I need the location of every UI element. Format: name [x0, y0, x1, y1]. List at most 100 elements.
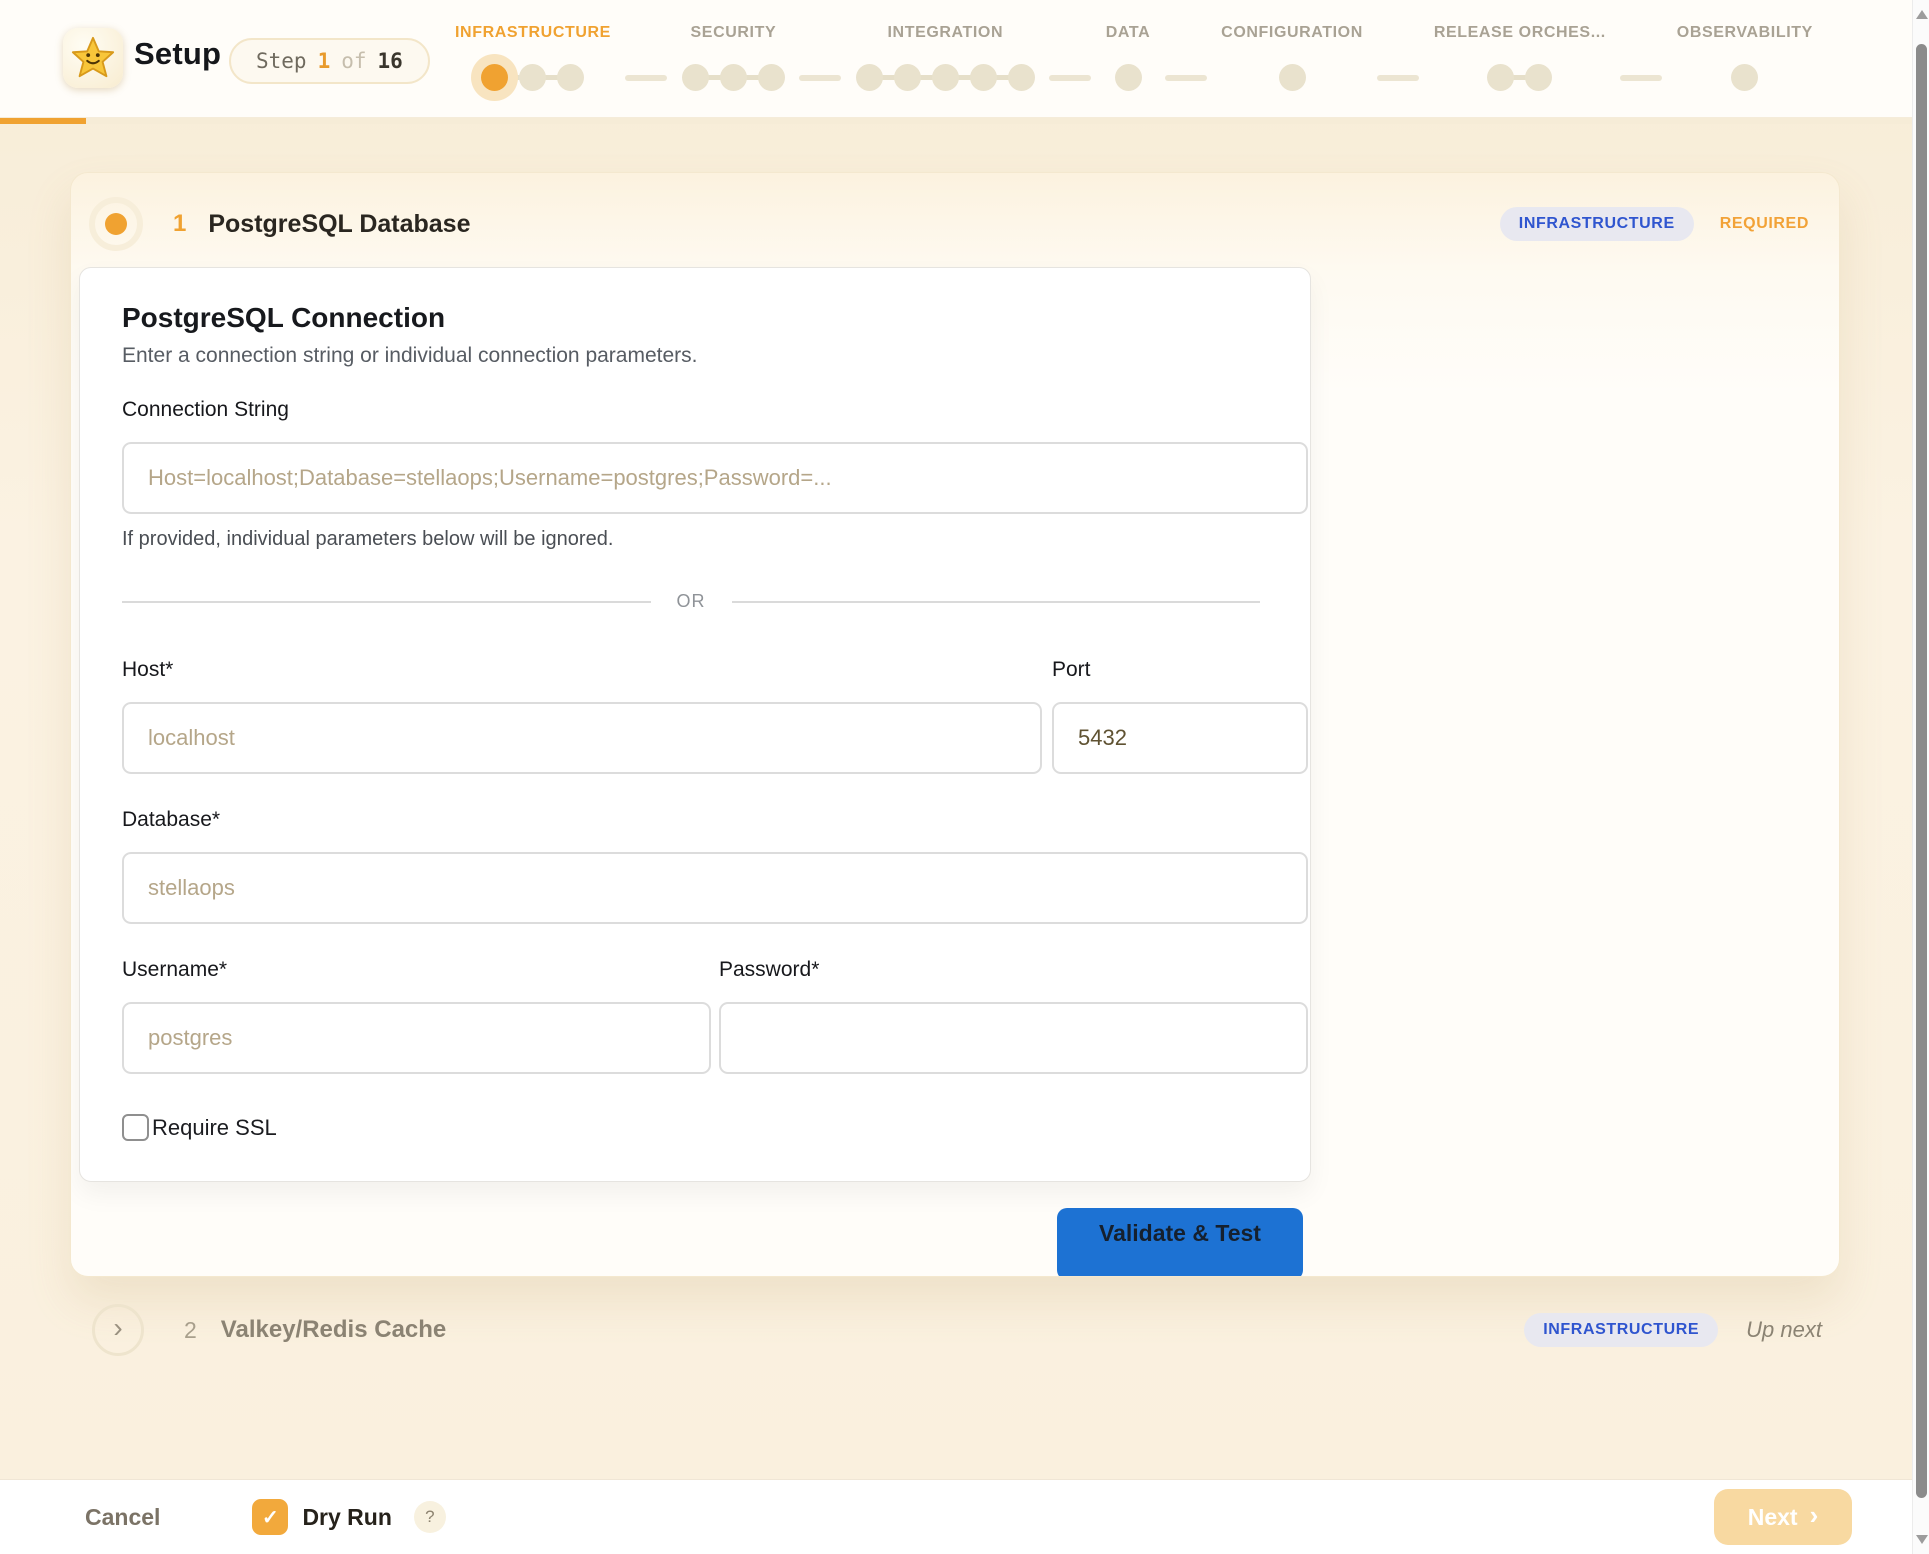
divider-label: OR	[677, 591, 706, 612]
stepper-dots	[1487, 54, 1552, 100]
password-label: Password*	[719, 958, 1308, 982]
stepper-connector	[625, 75, 667, 81]
stepper-group: OBSERVABILITY	[1677, 24, 1813, 100]
next-step-row[interactable]: › 2 Valkey/Redis Cache INFRASTRUCTURE Up…	[92, 1302, 1822, 1358]
expand-step-button[interactable]: ›	[92, 1304, 144, 1356]
active-step-dot-icon	[105, 213, 127, 235]
stepper-connector	[799, 75, 841, 81]
require-ssl-checkbox[interactable]	[122, 1114, 149, 1141]
require-ssl-label: Require SSL	[152, 1115, 277, 1141]
check-icon: ✓	[262, 1505, 279, 1530]
port-input[interactable]	[1052, 702, 1308, 774]
chevron-right-icon: ›	[1810, 1502, 1819, 1532]
form-column: PostgreSQL Connection Enter a connection…	[79, 267, 1311, 1277]
port-label: Port	[1052, 658, 1308, 682]
connection-string-label: Connection String	[122, 398, 1308, 422]
stepper-group: RELEASE ORCHES...	[1434, 24, 1606, 100]
step-dot[interactable]	[1008, 64, 1035, 91]
stepper-group-label: SECURITY	[691, 24, 777, 42]
or-divider: OR	[122, 591, 1260, 612]
stepper-dots	[1731, 54, 1758, 100]
scrollbar-down-arrow-icon[interactable]	[1916, 1535, 1928, 1544]
stepper-connector	[1377, 75, 1419, 81]
next-button[interactable]: Next ›	[1714, 1489, 1852, 1545]
step-badge-of: of	[341, 49, 366, 73]
scrollbar-up-arrow-icon[interactable]	[1916, 10, 1928, 19]
category-badge: INFRASTRUCTURE	[1500, 207, 1694, 241]
step-dot[interactable]	[519, 64, 546, 91]
step-dot[interactable]	[720, 64, 747, 91]
step-dot[interactable]	[1279, 64, 1306, 91]
app-logo	[63, 28, 123, 88]
stepper-dots	[1115, 54, 1142, 100]
username-input[interactable]	[122, 1002, 711, 1074]
step-dot[interactable]	[1525, 64, 1552, 91]
stepper-connector	[1620, 75, 1662, 81]
up-next-label: Up next	[1746, 1317, 1822, 1343]
step-dot[interactable]	[1115, 64, 1142, 91]
username-password-row: Username* Password*	[122, 958, 1308, 1074]
chevron-right-icon: ›	[113, 1314, 122, 1342]
step-badge-current: 1	[318, 49, 331, 73]
step-dot[interactable]	[970, 64, 997, 91]
stepper-connector	[1049, 75, 1091, 81]
stepper-dots	[1279, 54, 1306, 100]
username-label: Username*	[122, 958, 711, 982]
help-icon[interactable]: ?	[414, 1501, 446, 1533]
step-badge-prefix: Step	[256, 49, 307, 73]
app-header: Setup Step 1 of 16 INFRASTRUCTURESECURIT…	[0, 0, 1912, 118]
database-label: Database*	[122, 808, 1308, 832]
stepper-group-label: CONFIGURATION	[1221, 24, 1363, 42]
step-card-postgresql: 1 PostgreSQL Database INFRASTRUCTURE REQ…	[70, 172, 1840, 1277]
step-dot[interactable]	[932, 64, 959, 91]
step-card-header[interactable]: 1 PostgreSQL Database INFRASTRUCTURE REQ…	[79, 181, 1831, 267]
required-badge: REQUIRED	[1720, 215, 1809, 233]
stepper-group-label: OBSERVABILITY	[1677, 24, 1813, 42]
header-divider-bar	[86, 118, 1912, 124]
divider-line	[732, 601, 1261, 603]
stepper-group-label: RELEASE ORCHES...	[1434, 24, 1606, 42]
next-step-number: 2	[184, 1317, 197, 1344]
dry-run-checkbox[interactable]: ✓	[252, 1499, 288, 1535]
step-dot[interactable]	[758, 64, 785, 91]
database-field: Database*	[122, 808, 1308, 924]
next-step-title: Valkey/Redis Cache	[221, 1316, 446, 1344]
scrollbar-track[interactable]	[1912, 0, 1929, 1554]
stepper-group-label: INTEGRATION	[888, 24, 1004, 42]
form-actions: Validate & Test	[79, 1208, 1311, 1277]
stepper-group: DATA	[1106, 24, 1150, 100]
step-dot[interactable]	[557, 64, 584, 91]
host-port-row: Host* Port	[122, 658, 1308, 774]
step-dot[interactable]	[1487, 64, 1514, 91]
next-button-label: Next	[1748, 1504, 1798, 1531]
category-badge: INFRASTRUCTURE	[1524, 1313, 1718, 1347]
scrollbar-thumb[interactable]	[1916, 44, 1927, 1498]
password-input[interactable]	[719, 1002, 1308, 1074]
step-badges: INFRASTRUCTURE REQUIRED	[1500, 207, 1809, 241]
require-ssl-row: Require SSL	[122, 1114, 1308, 1141]
step-dot[interactable]	[682, 64, 709, 91]
divider-line	[122, 601, 651, 603]
active-step-indicator	[89, 197, 143, 251]
step-dot[interactable]	[481, 64, 508, 91]
connection-string-helper: If provided, individual parameters below…	[122, 528, 1308, 551]
database-input[interactable]	[122, 852, 1308, 924]
cancel-button[interactable]: Cancel	[85, 1504, 160, 1531]
form-subtitle: Enter a connection string or individual …	[122, 344, 1308, 368]
header-accent-bar	[0, 118, 86, 124]
step-progress-badge: Step 1 of 16	[229, 38, 430, 84]
stepper-group: INTEGRATION	[856, 24, 1035, 100]
stepper-group: INFRASTRUCTURE	[455, 24, 611, 100]
validate-test-button[interactable]: Validate & Test	[1057, 1208, 1303, 1277]
step-dot[interactable]	[1731, 64, 1758, 91]
star-mascot-icon	[70, 35, 116, 81]
host-input[interactable]	[122, 702, 1042, 774]
connection-string-input[interactable]	[122, 442, 1308, 514]
step-dot[interactable]	[856, 64, 883, 91]
stepper-dots	[481, 54, 584, 100]
host-label: Host*	[122, 658, 1042, 682]
step-dot[interactable]	[894, 64, 921, 91]
wizard-footer: Cancel ✓ Dry Run ? Next ›	[0, 1480, 1912, 1554]
stepper-group: SECURITY	[682, 24, 785, 100]
stepper-connector	[1165, 75, 1207, 81]
